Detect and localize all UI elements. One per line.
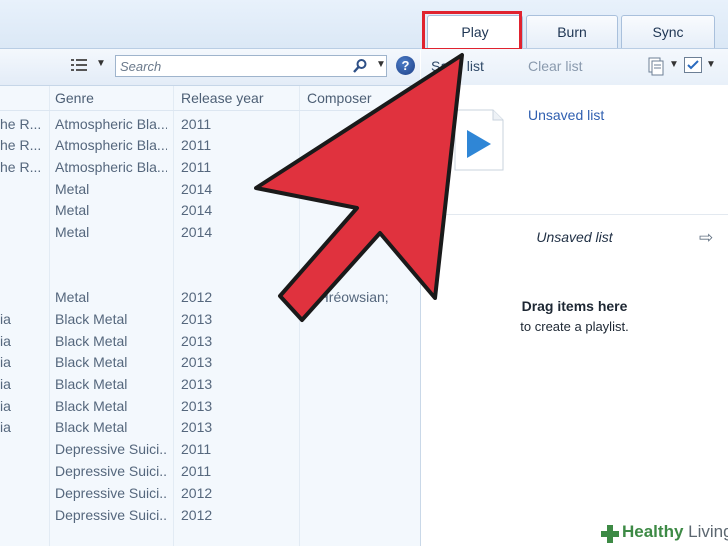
- table-row[interactable]: Depressive Suici... 2011: [0, 460, 420, 481]
- plus-cross-icon: [601, 525, 619, 543]
- cell-genre: Black Metal: [55, 354, 128, 370]
- playlist-toolbar: Save list Clear list ▼ ▼: [421, 49, 728, 85]
- list-options-caret-icon[interactable]: ▼: [669, 59, 679, 70]
- cell-genre: Black Metal: [55, 419, 128, 435]
- view-options-icon[interactable]: [70, 57, 88, 73]
- cell-genre: Atmospheric Bla...: [55, 159, 167, 175]
- table-row[interactable]: Depressive Suici... 2011: [0, 438, 420, 459]
- library-table: Genre Release year Composer he R... Atmos…: [0, 86, 420, 546]
- table-row[interactable]: he R... Atmospheric Bla... 2011: [0, 156, 420, 177]
- cell-genre: Depressive Suici...: [55, 507, 167, 523]
- cell-album: he R...: [0, 116, 42, 132]
- cell-release-year: 2013: [181, 398, 213, 414]
- table-row[interactable]: ia Black Metal 2013: [0, 308, 420, 329]
- column-header-genre[interactable]: Genre: [55, 86, 94, 110]
- tab-burn[interactable]: Burn: [526, 15, 618, 48]
- table-row[interactable]: Metal 2012 t; Hréowsian;: [0, 286, 420, 307]
- cell-release-year: 2011: [181, 463, 212, 479]
- cell-release-year: 2011: [181, 116, 212, 132]
- cell-genre: Black Metal: [55, 376, 128, 392]
- list-pane: Unsaved list Unsaved list ⇨ Drag items h…: [421, 86, 728, 546]
- cell-album: ia: [0, 419, 11, 435]
- table-row[interactable]: ia Black Metal 2013: [0, 373, 420, 394]
- cell-genre: Black Metal: [55, 398, 128, 414]
- drag-items-subtitle: to create a playlist.: [520, 319, 629, 334]
- playlist-art-icon: [454, 109, 504, 171]
- cell-genre: Black Metal: [55, 311, 128, 327]
- cell-release-year: 2014: [181, 202, 213, 218]
- table-row[interactable]: Depressive Suici... 2012: [0, 504, 420, 525]
- cell-album: ia: [0, 376, 11, 392]
- search-caret-icon[interactable]: ▼: [376, 59, 386, 70]
- tab-sync[interactable]: Sync: [621, 15, 715, 48]
- table-row[interactable]: ia Black Metal 2013: [0, 330, 420, 351]
- cell-release-year: 2013: [181, 354, 213, 370]
- cell-release-year: 2013: [181, 311, 213, 327]
- cell-release-year: 2014: [181, 181, 213, 197]
- cell-genre: Metal: [55, 181, 90, 197]
- checklist-caret-icon[interactable]: ▼: [706, 59, 716, 70]
- tab-strip: Play Burn Sync: [0, 0, 728, 51]
- cell-album: he R...: [0, 137, 42, 153]
- column-header-composer[interactable]: Composer: [307, 86, 372, 110]
- table-row[interactable]: Metal 2014: [0, 221, 420, 242]
- watermark: Healthy Living: [596, 520, 728, 546]
- cell-genre: Metal: [55, 289, 90, 305]
- play-tab-highlight-box: [422, 11, 522, 51]
- table-row[interactable]: ia Black Metal 2013: [0, 416, 420, 437]
- cell-composer: t; Hréowsian;: [307, 289, 389, 305]
- watermark-brand: Healthy: [622, 522, 684, 541]
- playlist-title-link[interactable]: Unsaved list: [528, 107, 604, 123]
- cell-release-year: 2012: [181, 289, 213, 305]
- cell-album: ia: [0, 333, 11, 349]
- cell-album: ia: [0, 354, 11, 370]
- cell-release-year: 2013: [181, 333, 213, 349]
- library-toolbar: ▼ ▼ ?: [0, 49, 420, 86]
- view-options-caret-icon[interactable]: ▼: [96, 58, 106, 69]
- cell-album: ia: [0, 398, 11, 414]
- arrow-right-icon[interactable]: ⇨: [699, 228, 713, 248]
- search-icon[interactable]: [352, 58, 368, 74]
- cell-genre: Black Metal: [55, 333, 128, 349]
- pane-separator: [421, 214, 728, 215]
- cell-release-year: 2011: [181, 159, 212, 175]
- column-header-release-year[interactable]: Release year: [181, 86, 264, 110]
- cell-album: he R...: [0, 159, 42, 175]
- table-row[interactable]: Depressive Suici... 2012: [0, 482, 420, 503]
- table-row[interactable]: Metal 2014: [0, 199, 420, 220]
- playlist-subtitle: Unsaved list: [536, 229, 613, 245]
- watermark-suffix: Living: [688, 522, 728, 541]
- table-row[interactable]: ia Black Metal 2013: [0, 351, 420, 372]
- cell-release-year: 2011: [181, 137, 212, 153]
- cell-genre: Depressive Suici...: [55, 463, 167, 479]
- table-row[interactable]: Metal 2014: [0, 178, 420, 199]
- cell-genre: Atmospheric Bla...: [55, 137, 167, 153]
- cell-genre: Atmospheric Bla...: [55, 116, 167, 132]
- cell-genre: Depressive Suici...: [55, 485, 167, 501]
- cell-release-year: 2014: [181, 224, 213, 240]
- drag-items-title: Drag items here: [521, 298, 628, 314]
- list-options-icon[interactable]: [646, 56, 666, 76]
- cell-release-year: 2012: [181, 485, 213, 501]
- clear-list-button[interactable]: Clear list: [528, 58, 582, 74]
- cell-release-year: 2012: [181, 507, 213, 523]
- cell-release-year: 2013: [181, 419, 213, 435]
- cell-album: ia: [0, 311, 11, 327]
- table-row[interactable]: he R... Atmospheric Bla... 2011: [0, 134, 420, 155]
- table-row[interactable]: ia Black Metal 2013: [0, 395, 420, 416]
- watermark-text: Healthy Living: [622, 522, 728, 542]
- help-icon[interactable]: ?: [396, 56, 415, 75]
- table-row[interactable]: he R... Atmospheric Bla... 2011: [0, 113, 420, 134]
- cell-release-year: 2011: [181, 441, 212, 457]
- cell-release-year: 2013: [181, 376, 213, 392]
- search-box[interactable]: ▼: [115, 55, 387, 77]
- cell-genre: Metal: [55, 202, 90, 218]
- cell-genre: Metal: [55, 224, 90, 240]
- checklist-icon[interactable]: [684, 57, 702, 73]
- save-list-button[interactable]: Save list: [431, 58, 484, 74]
- cell-genre: Depressive Suici...: [55, 441, 167, 457]
- header-divider: [0, 110, 420, 111]
- search-input[interactable]: [120, 58, 340, 74]
